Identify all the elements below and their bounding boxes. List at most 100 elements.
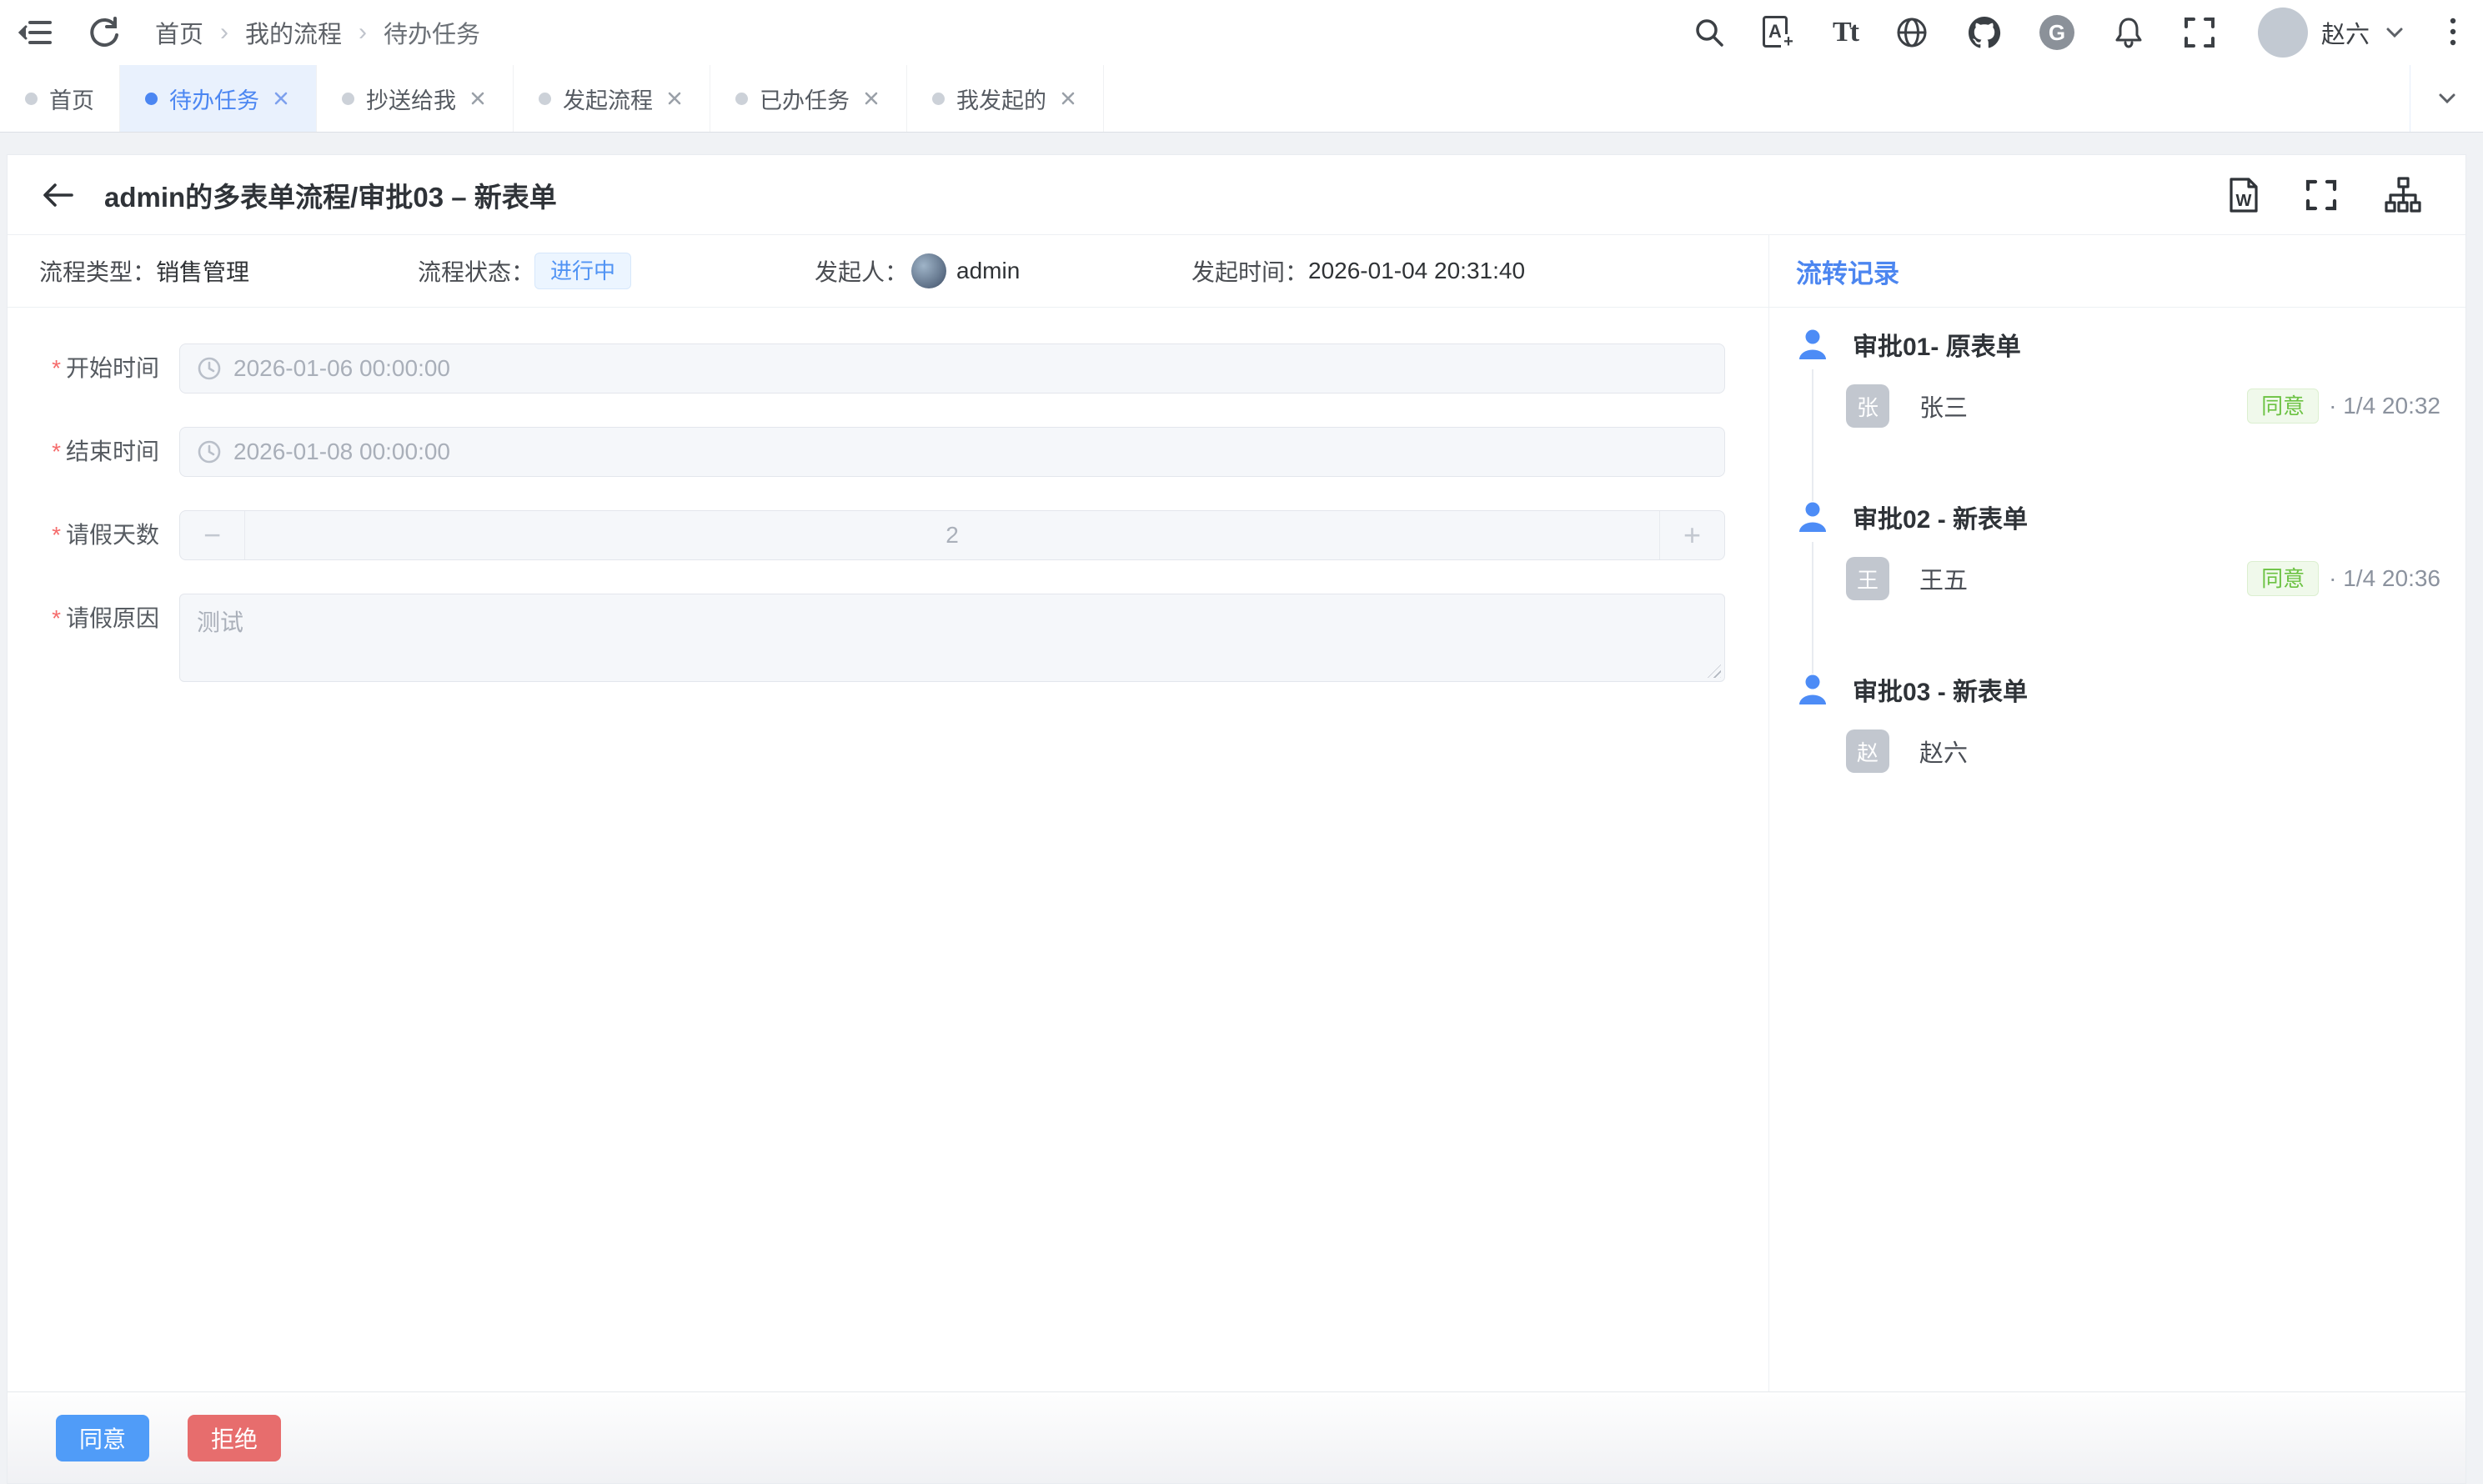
tab-label: 我发起的 — [956, 88, 1046, 113]
end-time-input[interactable]: 2026-01-08 00:00:00 — [179, 427, 1725, 477]
back-arrow-icon[interactable] — [41, 178, 76, 213]
tab-dot — [932, 92, 945, 105]
form-row-leave-reason: * 请假原因 测试 — [8, 594, 1768, 682]
app-main: admin的多表单流程/审批03 – 新表单 W 流程类型： 销售管理 流程状态… — [0, 133, 2483, 1484]
initiator-avatar — [911, 253, 947, 288]
tab-close-icon[interactable] — [665, 88, 685, 108]
flow-diagram-icon[interactable] — [2384, 176, 2422, 213]
tab-dot — [735, 92, 748, 105]
breadcrumb-home[interactable]: 首页 — [155, 15, 203, 50]
tab-todo-task[interactable]: 待办任务 — [120, 65, 317, 132]
flow-record-title: 流转记录 — [1796, 258, 1899, 288]
timeline-item: 审批02 - 新表单 王 王五 同意 · 1/4 20:36 — [1794, 499, 2440, 674]
form-row-leave-days: * 请假天数 − 2 + — [8, 510, 1768, 560]
user-node-icon — [1799, 674, 1826, 704]
detail-title-row: admin的多表单流程/审批03 – 新表单 W — [8, 155, 2465, 235]
timeline-item: 审批03 - 新表单 赵 赵六 — [1794, 671, 2440, 773]
clock-icon — [197, 356, 222, 381]
approver-avatar: 张 — [1846, 384, 1889, 428]
doc-letter: W — [2235, 191, 2252, 210]
tab-close-icon[interactable] — [468, 88, 488, 108]
globe-icon[interactable] — [1894, 15, 1929, 50]
resize-handle[interactable] — [1708, 664, 1721, 678]
approver-name: 王五 — [1919, 568, 1969, 594]
sidebar-collapse-icon[interactable] — [18, 15, 53, 50]
refresh-icon[interactable] — [87, 15, 122, 50]
required-mark: * — [52, 439, 61, 464]
status-badge: 进行中 — [534, 253, 632, 289]
tab-close-icon[interactable] — [861, 88, 881, 108]
initiator-value: admin — [956, 258, 1021, 283]
start-time-label: 发起时间： — [1191, 259, 1309, 285]
reject-button[interactable]: 拒绝 — [188, 1414, 282, 1461]
user-node-icon — [1799, 329, 1826, 359]
gitee-letter: G — [2048, 19, 2066, 45]
field-label: 请假原因 — [65, 605, 159, 631]
start-time-value: 2026-01-04 20:31:40 — [1308, 258, 1526, 283]
leave-reason-textarea[interactable]: 测试 — [179, 594, 1725, 682]
stepper-decrease-icon[interactable]: − — [180, 511, 245, 559]
tab-close-icon[interactable] — [271, 88, 291, 108]
fullscreen-icon[interactable] — [2183, 16, 2216, 49]
breadcrumb: 首页 › 我的流程 › 待办任务 — [155, 15, 480, 50]
process-info-bar: 流程类型： 销售管理 流程状态： 进行中 发起人： admin 发起时间： 20… — [8, 235, 1768, 308]
user-menu[interactable]: 赵六 — [2257, 8, 2406, 58]
tab-start-process[interactable]: 发起流程 — [514, 65, 710, 132]
leave-days-stepper[interactable]: − 2 + — [179, 510, 1725, 560]
i18n-language-icon[interactable]: A + — [1762, 14, 1796, 51]
tab-home[interactable]: 首页 — [0, 65, 120, 132]
process-detail-card: admin的多表单流程/审批03 – 新表单 W 流程类型： 销售管理 流程状态… — [7, 154, 2466, 1484]
github-icon[interactable] — [1966, 14, 2003, 51]
tab-dot — [342, 92, 354, 105]
fullscreen-detail-icon[interactable] — [2304, 178, 2339, 213]
form-row-end-time: * 结束时间 2026-01-08 00:00:00 — [8, 427, 1768, 477]
timeline-item: 审批01- 原表单 张 张三 同意 · 1/4 20:32 — [1794, 326, 2440, 501]
leave-form: * 开始时间 2026-01-06 00:00:00 * 结束时间 2026-0… — [8, 308, 1768, 1391]
tab-label: 抄送给我 — [366, 88, 456, 113]
breadcrumb-my-process[interactable]: 我的流程 — [245, 15, 342, 50]
approver-name: 张三 — [1919, 395, 1969, 422]
tab-label: 发起流程 — [563, 88, 653, 113]
clock-icon — [197, 439, 222, 464]
tab-label: 首页 — [49, 88, 94, 113]
leave-days-value: 2 — [946, 522, 959, 548]
tab-started-by-me[interactable]: 我发起的 — [907, 65, 1104, 132]
approve-time: · 1/4 20:36 — [2329, 565, 2440, 591]
gitee-icon[interactable]: G — [2039, 15, 2074, 50]
tabs-spacer — [1104, 65, 2410, 132]
approver-avatar: 王 — [1846, 557, 1889, 600]
tabs-dropdown-icon[interactable] — [2410, 65, 2483, 132]
tab-close-icon[interactable] — [1058, 88, 1078, 108]
tab-cc-to-me[interactable]: 抄送给我 — [317, 65, 514, 132]
leave-reason-value: 测试 — [197, 609, 244, 635]
breadcrumb-separator-icon: › — [359, 18, 368, 46]
notification-bell-icon[interactable] — [2111, 15, 2146, 50]
export-word-icon[interactable]: W — [2229, 177, 2259, 213]
required-mark: * — [52, 605, 61, 631]
end-time-input-value: 2026-01-08 00:00:00 — [233, 439, 450, 464]
user-avatar[interactable] — [2257, 8, 2308, 58]
approver-avatar: 赵 — [1846, 729, 1889, 773]
breadcrumb-separator-icon: › — [220, 18, 229, 46]
node-title: 审批02 - 新表单 — [1853, 506, 2029, 534]
field-label: 开始时间 — [65, 355, 159, 381]
top-navbar: 首页 › 我的流程 › 待办任务 A + Tt G 赵六 — [0, 0, 2483, 65]
font-size-icon[interactable]: Tt — [1833, 17, 1859, 48]
approve-button[interactable]: 同意 — [56, 1414, 150, 1461]
approve-result-badge: 同意 — [2247, 561, 2320, 596]
process-status-label: 流程状态： — [418, 259, 535, 285]
node-title: 审批03 - 新表单 — [1853, 679, 2029, 706]
tab-dot — [539, 92, 551, 105]
chevron-down-icon — [2386, 28, 2403, 38]
tab-done-task[interactable]: 已办任务 — [710, 65, 907, 132]
search-icon[interactable] — [1693, 16, 1726, 49]
more-menu-icon[interactable] — [2445, 14, 2461, 51]
stepper-increase-icon[interactable]: + — [1659, 511, 1724, 559]
page-title: admin的多表单流程/审批03 – 新表单 — [104, 181, 557, 213]
i18n-plus-badge: + — [1780, 33, 1796, 51]
approve-time: · 1/4 20:32 — [2329, 393, 2440, 419]
start-time-input[interactable]: 2026-01-06 00:00:00 — [179, 343, 1725, 394]
flow-record-panel: 流转记录 审批01- 原表单 张 张三 同意 · 1/4 20:32 审批02 … — [1768, 235, 2465, 1391]
flow-record-header: 流转记录 — [1769, 235, 2465, 308]
user-node-icon — [1799, 502, 1826, 532]
